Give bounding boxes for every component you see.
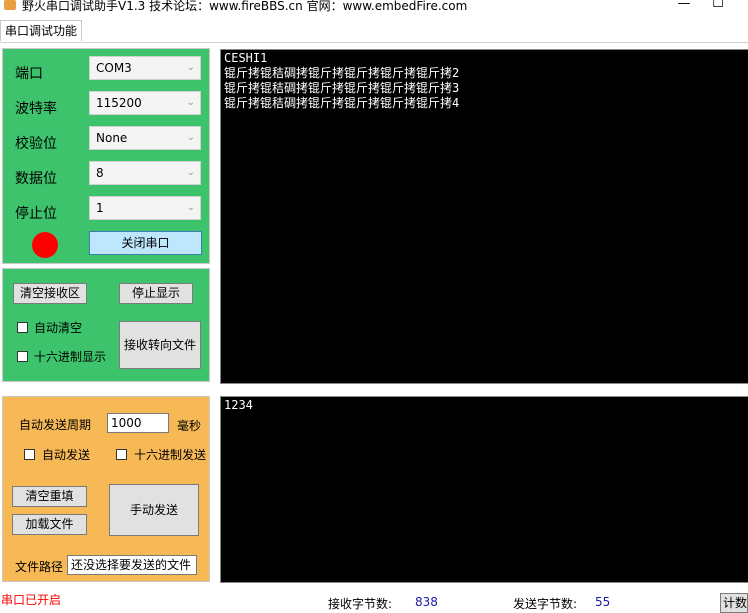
auto-send-checkbox[interactable] — [24, 449, 35, 460]
databits-label: 数据位 — [15, 171, 57, 187]
parity-value: None — [96, 131, 128, 145]
receive-line: CESHI1 — [224, 51, 268, 65]
clear-refill-button[interactable]: 清空重填 — [12, 486, 87, 507]
port-label: 端口 — [15, 66, 43, 82]
app-icon — [4, 0, 16, 10]
hex-send-checkbox[interactable] — [116, 449, 127, 460]
databits-value: 8 — [96, 166, 104, 180]
port-value: COM3 — [96, 61, 132, 75]
stopbits-label: 停止位 — [15, 206, 57, 222]
receive-line: 锟斤拷锟秸碉拷锟斤拷锟斤拷锟斤拷锟斤拷4 — [224, 96, 460, 110]
load-file-button[interactable]: 加载文件 — [12, 514, 87, 535]
auto-clear-checkbox[interactable] — [17, 322, 28, 333]
port-status-indicator — [32, 232, 58, 258]
close-port-button[interactable]: 关闭串口 — [89, 231, 202, 255]
chevron-down-icon: ⌄ — [186, 202, 195, 213]
maximize-button[interactable]: ☐ — [708, 0, 728, 11]
receive-line: 锟斤拷锟秸碉拷锟斤拷锟斤拷锟斤拷锟斤拷2 — [224, 66, 460, 80]
chevron-down-icon: ⌄ — [186, 132, 195, 143]
serial-settings-panel: 端口 COM3 ⌄ 波特率 115200 ⌄ 校验位 None ⌄ 数据位 8 ⌄ 停止… — [2, 48, 210, 264]
count-button[interactable]: 计数 — [720, 593, 748, 613]
file-path-label: 文件路径 — [15, 560, 64, 574]
auto-send-label: 自动发送 — [42, 448, 91, 462]
clear-receive-button[interactable]: 清空接收区 — [13, 283, 87, 304]
hex-display-checkbox[interactable] — [17, 351, 28, 362]
chevron-down-icon: ⌄ — [186, 167, 195, 178]
tx-count-value: 55 — [595, 595, 611, 609]
parity-select[interactable]: None ⌄ — [89, 126, 201, 150]
send-options-panel: 自动发送周期 1000 毫秒 自动发送 十六进制发送 清空重填 加载文件 手动发… — [2, 396, 210, 582]
send-textarea[interactable]: 1234 — [220, 396, 748, 583]
chevron-down-icon: ⌄ — [186, 97, 195, 108]
title-bar: 野火串口调试助手V1.3 技术论坛：www.fireBBS.cn 官网：www.… — [0, 0, 748, 14]
tx-count-label: 发送字节数: — [513, 597, 578, 611]
hex-display-label: 十六进制显示 — [34, 350, 107, 364]
receive-to-file-button[interactable]: 接收转向文件 — [119, 321, 201, 369]
stop-display-button[interactable]: 停止显示 — [119, 283, 193, 304]
auto-clear-label: 自动清空 — [34, 321, 83, 335]
window-title: 野火串口调试助手V1.3 技术论坛：www.fireBBS.cn 官网：www.… — [22, 0, 468, 13]
receive-options-panel: 清空接收区 停止显示 自动清空 十六进制显示 接收转向文件 — [2, 268, 210, 382]
tab-strip — [0, 18, 748, 43]
receive-console[interactable]: CESHI1 锟斤拷锟秸碉拷锟斤拷锟斤拷锟斤拷锟斤拷2 锟斤拷锟秸碉拷锟斤拷锟斤拷锟… — [220, 49, 748, 384]
rx-count-label: 接收字节数: — [328, 597, 393, 611]
stopbits-select[interactable]: 1 ⌄ — [89, 196, 201, 220]
port-select[interactable]: COM3 ⌄ — [89, 56, 201, 80]
baud-select[interactable]: 115200 ⌄ — [89, 91, 201, 115]
minimize-button[interactable]: — — [674, 0, 694, 11]
send-period-input[interactable]: 1000 — [107, 413, 169, 433]
stopbits-value: 1 — [96, 201, 104, 215]
databits-select[interactable]: 8 ⌄ — [89, 161, 201, 185]
baud-value: 115200 — [96, 96, 142, 110]
send-period-unit: 毫秒 — [177, 419, 202, 433]
receive-line: 锟斤拷锟秸碉拷锟斤拷锟斤拷锟斤拷锟斤拷3 — [224, 81, 460, 95]
baud-label: 波特率 — [15, 101, 57, 117]
parity-label: 校验位 — [15, 136, 57, 152]
send-text: 1234 — [224, 398, 253, 412]
hex-send-label: 十六进制发送 — [134, 448, 207, 462]
rx-count-value: 838 — [415, 595, 438, 609]
send-period-label: 自动发送周期 — [19, 418, 92, 432]
manual-send-button[interactable]: 手动发送 — [109, 484, 199, 536]
port-state-text: 串口已开启 — [1, 593, 62, 607]
tab-serial-debug[interactable]: 串口调试功能 — [0, 20, 83, 41]
file-path-input[interactable]: 还没选择要发送的文件 — [67, 555, 197, 575]
chevron-down-icon: ⌄ — [186, 62, 195, 73]
